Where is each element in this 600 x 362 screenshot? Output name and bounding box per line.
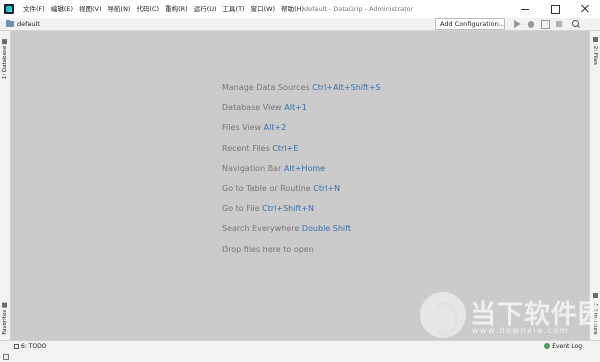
hint-shortcut: Alt+Home (283, 163, 326, 173)
tab-files[interactable]: 2: Files (592, 37, 598, 65)
window-title: default - DataGrip - Administrator (304, 5, 414, 13)
hint-search-everywhere: Search Everywhere Double Shift (222, 223, 381, 243)
hint-shortcut: Alt+2 (263, 123, 287, 133)
hint-label: Database View (222, 103, 285, 113)
tab-favorites-label: Favorites (2, 309, 8, 335)
files-icon (592, 37, 598, 42)
coverage-icon[interactable] (540, 19, 550, 29)
menu-run[interactable]: 运行(U) (191, 0, 220, 18)
menu-navigate[interactable]: 导航(N) (105, 0, 134, 18)
menu-help[interactable]: 帮助(H) (278, 0, 307, 18)
tab-favorites[interactable]: Favorites (2, 301, 8, 335)
left-tool-stripe: 1: Database Favorites (0, 31, 11, 340)
database-icon (2, 39, 8, 44)
tab-database[interactable]: 1: Database (2, 37, 8, 79)
breadcrumb[interactable]: default (17, 20, 40, 28)
maximize-icon[interactable] (540, 0, 570, 18)
datagrip-icon[interactable] (4, 4, 14, 14)
hint-go-to-file: Go to File Ctrl+Shift+N (222, 203, 381, 223)
add-configuration-button[interactable]: Add Configuration... (435, 18, 505, 30)
watermark: 当下软件园 www.downxia.com (420, 290, 600, 346)
hint-go-to-table: Go to Table or Routine Ctrl+N (222, 183, 381, 203)
title-bar: 文件(F) 编辑(E) 视图(V) 导航(N) 代码(C) 重构(R) 运行(U… (0, 0, 600, 18)
hint-shortcut: Alt+1 (284, 103, 307, 113)
close-icon[interactable] (570, 0, 600, 18)
hint-manage-data-sources: Manage Data Sources Ctrl+Alt+Shift+S (222, 82, 381, 102)
hint-label: Manage Data Sources (222, 83, 313, 92)
todo-icon (14, 344, 19, 349)
watermark-subtitle: www.downxia.com (472, 326, 570, 335)
todo-tab[interactable]: 6: TODO (14, 343, 46, 350)
hint-shortcut: Ctrl+Alt+Shift+S (312, 83, 381, 92)
hint-drop-files: Drop files here to open (222, 244, 381, 264)
search-icon[interactable] (571, 19, 581, 29)
run-icon[interactable] (512, 19, 522, 29)
menu-edit[interactable]: 编辑(E) (48, 0, 76, 18)
hint-label: Files View (222, 123, 264, 133)
hint-shortcut: Ctrl+Shift+N (262, 204, 314, 214)
hint-label: Navigation Bar (222, 163, 284, 173)
hint-label: Drop files here to open (222, 244, 314, 254)
tab-database-label: 1: Database (2, 45, 8, 80)
menu-file[interactable]: 文件(F) (20, 0, 48, 18)
hint-label: Search Everywhere (222, 224, 302, 234)
hint-shortcut: Double Shift (301, 224, 351, 234)
hint-recent-files: Recent Files Ctrl+E (222, 143, 381, 163)
debug-icon[interactable] (526, 19, 536, 29)
hint-label: Recent Files (222, 143, 273, 153)
menu-bar: 文件(F) 编辑(E) 视图(V) 导航(N) 代码(C) 重构(R) 运行(U… (20, 0, 307, 18)
menu-window[interactable]: 窗口(W) (248, 0, 279, 18)
minimize-icon[interactable] (510, 0, 540, 18)
tool-window-toggle-icon[interactable] (3, 354, 9, 360)
hint-shortcut: Ctrl+N (313, 183, 341, 193)
hint-label: Go to Table or Routine (222, 183, 314, 193)
hint-shortcut: Ctrl+E (272, 143, 299, 153)
folder-icon (6, 20, 14, 27)
hint-database-view: Database View Alt+1 (222, 102, 381, 122)
menu-tools[interactable]: 工具(T) (220, 0, 248, 18)
navigation-bar: default (0, 18, 600, 31)
tab-files-label: 2: Files (592, 45, 598, 65)
todo-label: 6: TODO (21, 343, 47, 350)
menu-refactor[interactable]: 重构(R) (162, 0, 191, 18)
hint-label: Go to File (222, 204, 263, 214)
hint-navigation-bar: Navigation Bar Alt+Home (222, 163, 381, 183)
window-controls (510, 0, 600, 18)
editor-empty-hints: Manage Data Sources Ctrl+Alt+Shift+S Dat… (222, 82, 381, 264)
menu-code[interactable]: 代码(C) (133, 0, 162, 18)
menu-view[interactable]: 视图(V) (76, 0, 105, 18)
hint-files-view: Files View Alt+2 (222, 122, 381, 142)
watermark-logo-icon (420, 292, 466, 338)
stop-icon[interactable] (554, 19, 564, 29)
star-icon (2, 303, 8, 308)
